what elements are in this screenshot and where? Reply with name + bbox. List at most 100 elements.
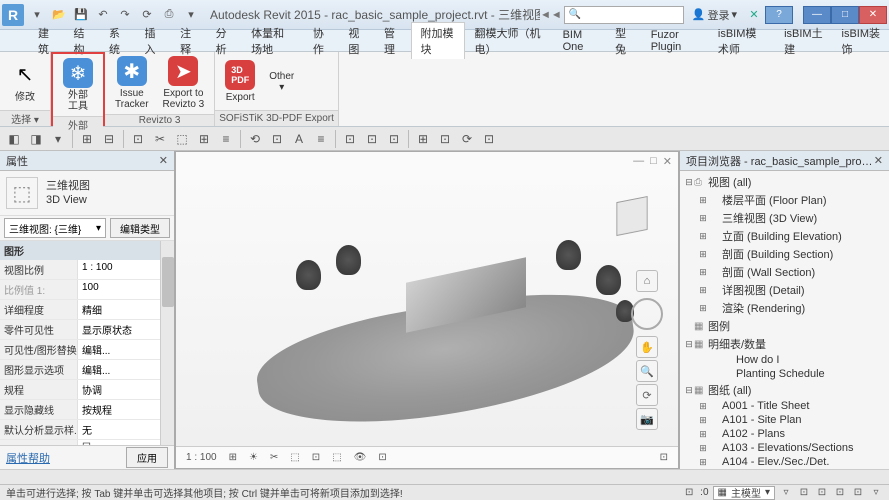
tree-sheet[interactable]: ⊞A103 - Elevations/Sections — [680, 441, 889, 455]
export-revizto-button[interactable]: ➤ Export to Revizto 3 — [157, 54, 211, 112]
model-selector[interactable]: ▦主模型▾ — [713, 486, 775, 500]
apply-button[interactable]: 应用 — [126, 447, 168, 468]
tree-sheet[interactable]: ⊞A104 - Elev./Sec./Det. — [680, 455, 889, 469]
issue-tracker-button[interactable]: ✱ Issue Tracker — [109, 54, 155, 112]
vp-close-icon[interactable]: ✕ — [663, 155, 672, 168]
help-icon[interactable]: ? — [765, 6, 793, 24]
tool-17[interactable]: ⊡ — [384, 129, 404, 149]
vcb-right-icon[interactable]: ⊡ — [656, 452, 672, 463]
qat-more-icon[interactable]: ▾ — [182, 6, 200, 24]
tool-5[interactable]: ⊟ — [99, 129, 119, 149]
select-icon-3[interactable]: ⊡ — [833, 486, 847, 500]
tool-9[interactable]: ⊞ — [194, 129, 214, 149]
menu-fuzor[interactable]: Fuzor Plugin — [643, 27, 708, 55]
menu-xingtu[interactable]: 型兔 — [607, 23, 641, 59]
tool-20[interactable]: ⟳ — [457, 129, 477, 149]
prop-group-graphics[interactable]: 图形⏶ — [0, 241, 174, 260]
menu-manage[interactable]: 管理 — [376, 23, 410, 59]
save-icon[interactable]: 💾 — [72, 6, 90, 24]
edit-type-button[interactable]: 编辑类型 — [110, 218, 170, 238]
print-icon[interactable]: ⎙ — [160, 6, 178, 24]
menu-isbim1[interactable]: isBIM模术师 — [710, 23, 774, 59]
prop-scrollbar[interactable] — [162, 257, 174, 307]
detail-icon[interactable]: ⊞ — [225, 452, 241, 463]
menu-isbim2[interactable]: isBIM土建 — [776, 23, 831, 59]
tree-view[interactable]: ⊞三维视图 (3D View) — [680, 209, 889, 227]
vp-min-icon[interactable]: — — [633, 155, 644, 167]
tree-sheet[interactable]: ⊞A001 - Title Sheet — [680, 399, 889, 413]
menu-bimone[interactable]: BIM One — [555, 27, 606, 55]
pdf-export-button[interactable]: 3DPDF Export — [219, 58, 261, 105]
tree-sheet[interactable]: ⊞A101 - Site Plan — [680, 413, 889, 427]
reveal-icon[interactable]: ⊡ — [374, 452, 390, 463]
close-icon[interactable]: ✕ — [159, 154, 168, 167]
tool-11[interactable]: ⟲ — [245, 129, 265, 149]
tool-8[interactable]: ⬚ — [172, 129, 192, 149]
qat-menu-icon[interactable]: ▾ — [28, 6, 46, 24]
tree-view[interactable]: ⊞剖面 (Building Section) — [680, 245, 889, 263]
nav-camera-icon[interactable]: 📷 — [636, 408, 658, 430]
menu-addins[interactable]: 附加模块 — [411, 22, 464, 59]
close-button[interactable]: ✕ — [859, 6, 887, 24]
tree-sheet[interactable]: ⊞A102 - Plans — [680, 427, 889, 441]
tree-view[interactable]: ⊞详图视图 (Detail) — [680, 281, 889, 299]
render-icon[interactable]: ⊡ — [308, 452, 324, 463]
exchange-icon[interactable]: ✕ — [745, 6, 763, 24]
external-tools-button[interactable]: ❄ 外部 工具 — [57, 56, 99, 114]
tool-14[interactable]: ≡ — [311, 129, 331, 149]
tool-16[interactable]: ⊡ — [362, 129, 382, 149]
nav-zoom-icon[interactable]: 🔍 — [636, 360, 658, 382]
tool-13[interactable]: A — [289, 129, 309, 149]
sunpath-icon[interactable]: ✂ — [266, 452, 282, 463]
tool-3[interactable]: ▾ — [48, 129, 68, 149]
properties-help-link[interactable]: 属性帮助 — [6, 450, 50, 466]
visual-style-icon[interactable]: ☀ — [245, 452, 262, 463]
select-icon-1[interactable]: ⊡ — [797, 486, 811, 500]
tree-view[interactable]: ⊞剖面 (Wall Section) — [680, 263, 889, 281]
tree-schedules[interactable]: ⊟▦明细表/数量 — [680, 335, 889, 353]
tool-21[interactable]: ⊡ — [479, 129, 499, 149]
tree-legends[interactable]: ▦图例 — [680, 317, 889, 335]
tree-schedule-item[interactable]: How do I — [680, 353, 889, 367]
tree-view[interactable]: ⊞楼层平面 (Floor Plan) — [680, 191, 889, 209]
hide-icon[interactable]: 👁 — [350, 452, 371, 463]
horizontal-scrollbar[interactable] — [0, 469, 889, 484]
tool-2[interactable]: ◨ — [26, 129, 46, 149]
viewcube[interactable] — [604, 188, 660, 244]
other-button[interactable]: Other ▾ — [263, 67, 300, 95]
tool-12[interactable]: ⊡ — [267, 129, 287, 149]
tool-15[interactable]: ⊡ — [340, 129, 360, 149]
nav-orbit-icon[interactable]: ⟳ — [636, 384, 658, 406]
menu-view[interactable]: 视图 — [340, 23, 374, 59]
undo-icon[interactable]: ↶ — [94, 6, 112, 24]
tool-18[interactable]: ⊞ — [413, 129, 433, 149]
viewport[interactable]: — □ ✕ ⌂ ✋ 🔍 ⟳ 📷 1 : 100 — [175, 151, 679, 469]
tool-19[interactable]: ⊡ — [435, 129, 455, 149]
sync-icon[interactable]: ⟳ — [138, 6, 156, 24]
tree-root-views[interactable]: ⊟⎙视图 (all) — [680, 173, 889, 191]
scale-label[interactable]: 1 : 100 — [182, 452, 221, 463]
tree-schedule-item[interactable]: Planting Schedule — [680, 367, 889, 381]
menu-fanmo[interactable]: 翻模大师（机电） — [467, 23, 553, 59]
minimize-button[interactable]: — — [803, 6, 831, 24]
nav-home-icon[interactable]: ⌂ — [636, 270, 658, 292]
tool-4[interactable]: ⊞ — [77, 129, 97, 149]
select-icon-2[interactable]: ⊡ — [815, 486, 829, 500]
tree-view[interactable]: ⊞渲染 (Rendering) — [680, 299, 889, 317]
crop-icon[interactable]: ⬚ — [328, 452, 345, 463]
modify-button[interactable]: ↖ 修改 — [4, 58, 46, 105]
open-icon[interactable]: 📂 — [50, 6, 68, 24]
menu-isbim3[interactable]: isBIM装饰 — [834, 23, 889, 59]
maximize-button[interactable]: □ — [831, 6, 859, 24]
tool-1[interactable]: ◧ — [4, 129, 24, 149]
redo-icon[interactable]: ↷ — [116, 6, 134, 24]
instance-selector[interactable]: 三维视图: {三维}▾ — [4, 218, 106, 238]
tool-6[interactable]: ⊡ — [128, 129, 148, 149]
tool-7[interactable]: ✂ — [150, 129, 170, 149]
status-icon-1[interactable]: ⊡ — [682, 486, 696, 500]
tree-view[interactable]: ⊞立面 (Building Elevation) — [680, 227, 889, 245]
select-icon-5[interactable]: ▿ — [869, 486, 883, 500]
search-input[interactable]: 🔍 — [564, 6, 684, 24]
shadow-icon[interactable]: ⬚ — [286, 452, 303, 463]
login-button[interactable]: 👤 登录 ▾ — [686, 7, 743, 23]
